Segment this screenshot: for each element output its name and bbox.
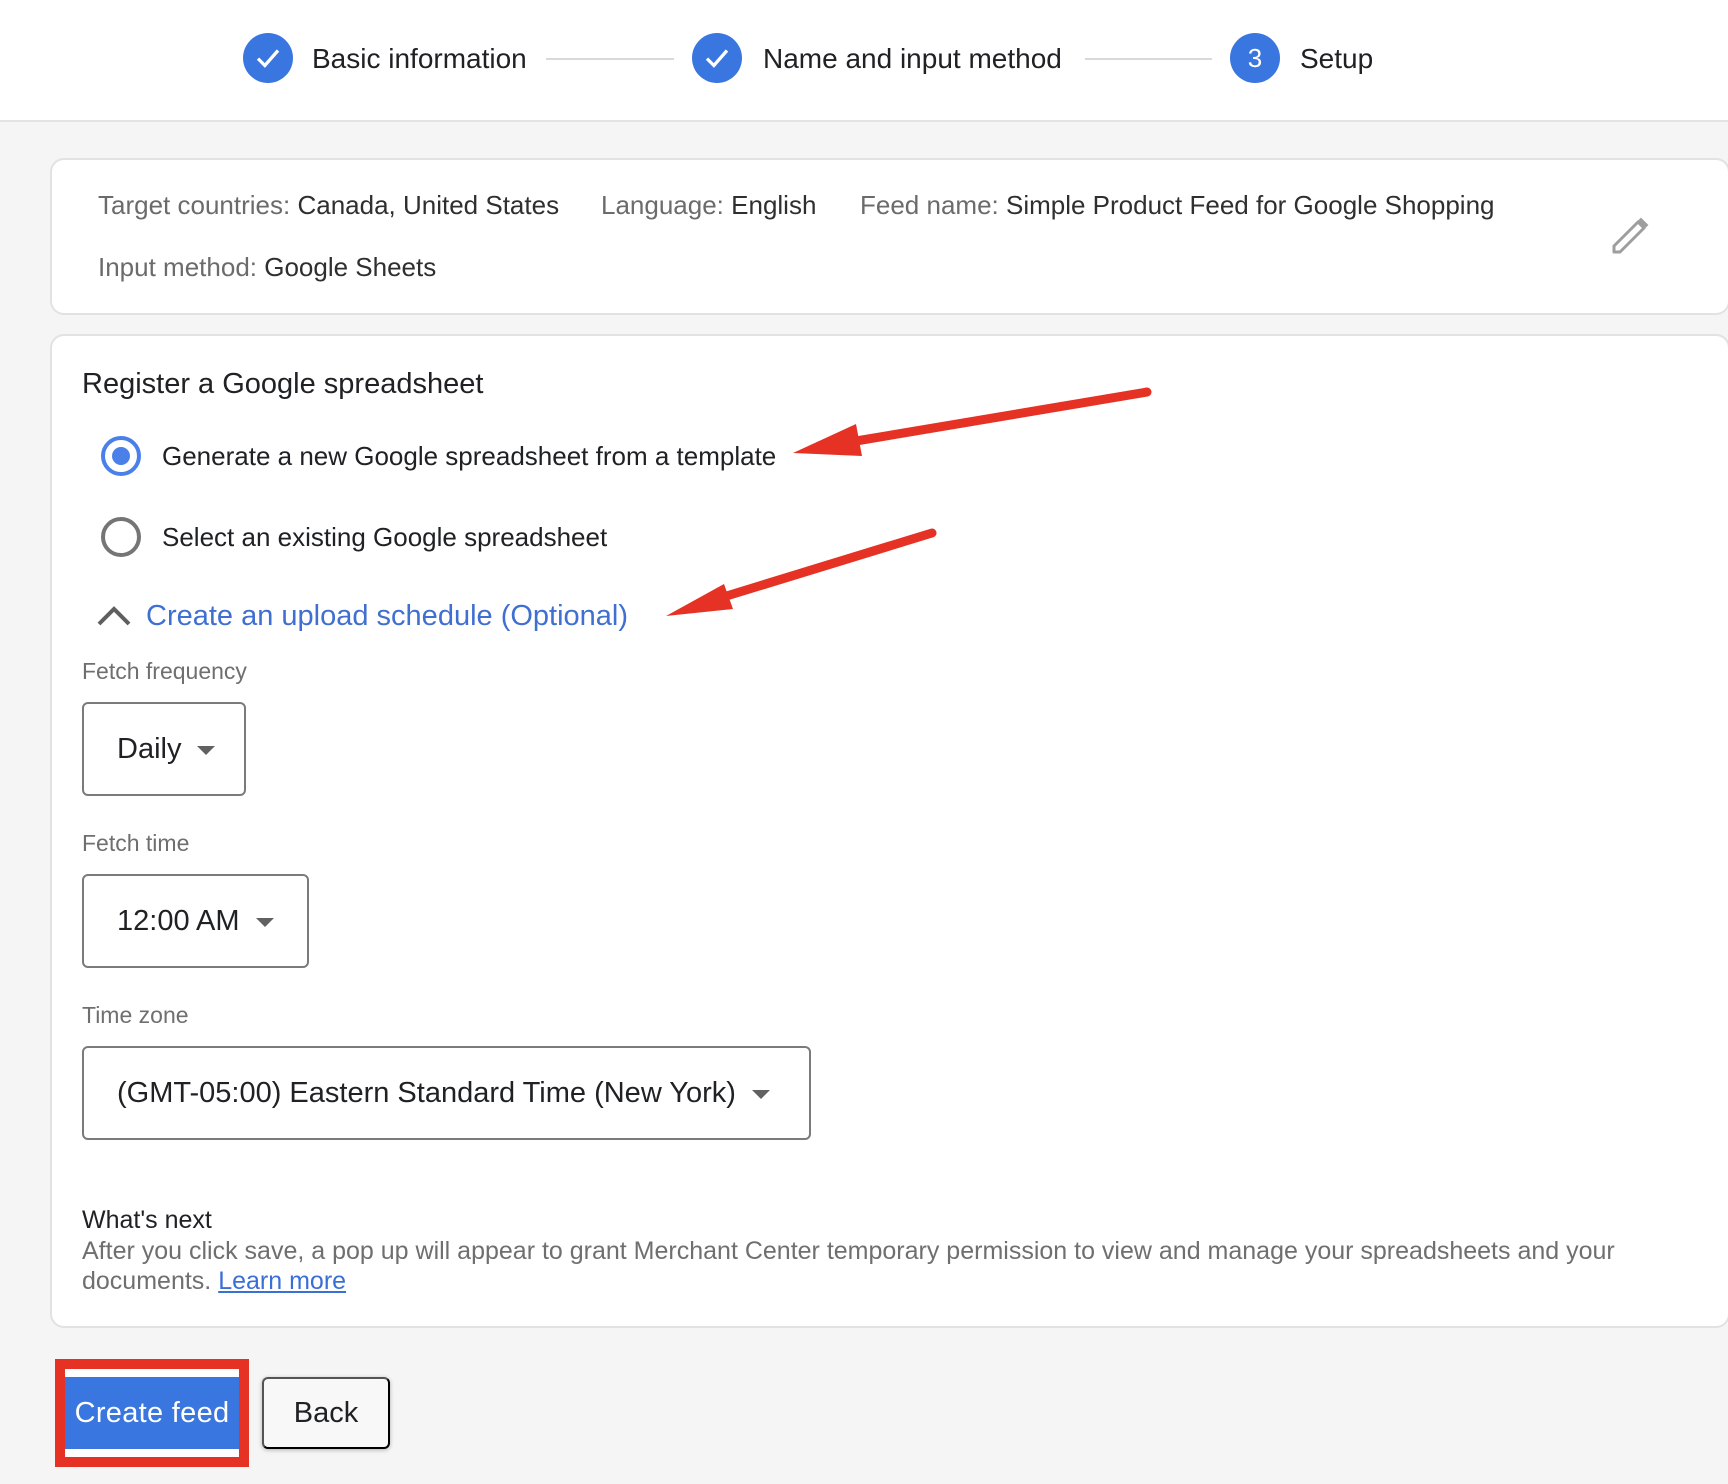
register-spreadsheet-card xyxy=(50,334,1728,1328)
feed-name-value: Simple Product Feed for Google Shopping xyxy=(1005,190,1495,220)
radio-generate-new[interactable] xyxy=(101,436,141,476)
input-method: Input method: Google Sheets xyxy=(98,251,436,283)
learn-more-link[interactable]: Learn more xyxy=(218,1267,346,1295)
step-2-label: Name and input method xyxy=(763,43,1062,74)
back-button[interactable]: Back xyxy=(262,1377,390,1449)
whats-next-body: After you click save, a pop up will appe… xyxy=(82,1236,1682,1296)
input-method-value: Google Sheets xyxy=(264,252,437,282)
upload-schedule-toggle[interactable]: Create an upload schedule (Optional) xyxy=(146,598,628,634)
whats-next-title: What's next xyxy=(82,1206,212,1234)
fetch-frequency-select[interactable]: Daily xyxy=(82,702,246,796)
fetch-time-value: 12:00 AM xyxy=(117,904,240,937)
step-3-label: Setup xyxy=(1300,43,1374,74)
fetch-time-label: Fetch time xyxy=(82,830,190,856)
feed-name: Feed name: Simple Product Feed for Googl… xyxy=(860,189,1495,221)
section-title: Register a Google spreadsheet xyxy=(82,368,484,400)
step-1-check-icon xyxy=(243,33,293,83)
target-countries: Target countries: Canada, United States xyxy=(98,189,559,221)
stepper-header: Basic information Name and input method … xyxy=(0,0,1728,122)
radio-select-existing[interactable] xyxy=(101,517,141,557)
feed-name-label: Feed name: xyxy=(860,190,999,220)
target-countries-label: Target countries: xyxy=(98,190,291,220)
time-zone-value: (GMT-05:00) Eastern Standard Time (New Y… xyxy=(117,1076,736,1109)
step-3-number: 3 xyxy=(1230,33,1280,83)
radio-generate-new-label[interactable]: Generate a new Google spreadsheet from a… xyxy=(162,440,776,472)
chevron-up-icon[interactable] xyxy=(96,600,132,630)
summary-card xyxy=(50,158,1728,315)
fetch-frequency-label: Fetch frequency xyxy=(82,658,247,684)
fetch-time-select[interactable]: 12:00 AM xyxy=(82,874,309,968)
step-connector xyxy=(1085,58,1212,60)
language: Language: English xyxy=(601,189,816,221)
create-feed-button[interactable]: Create feed xyxy=(65,1377,239,1449)
pencil-icon[interactable] xyxy=(1608,214,1652,258)
step-connector xyxy=(546,58,674,60)
language-label: Language: xyxy=(601,190,724,220)
dropdown-caret-icon xyxy=(255,917,274,927)
input-method-label: Input method: xyxy=(98,252,257,282)
time-zone-select[interactable]: (GMT-05:00) Eastern Standard Time (New Y… xyxy=(82,1046,811,1140)
time-zone-label: Time zone xyxy=(82,1002,189,1028)
dropdown-caret-icon xyxy=(197,745,216,755)
target-countries-value: Canada, United States xyxy=(297,190,560,220)
radio-select-existing-label[interactable]: Select an existing Google spreadsheet xyxy=(162,521,607,553)
language-value: English xyxy=(731,190,817,220)
step-1-label: Basic information xyxy=(312,43,527,74)
dropdown-caret-icon xyxy=(751,1089,770,1099)
step-2-check-icon xyxy=(692,33,742,83)
fetch-frequency-value: Daily xyxy=(117,732,182,765)
